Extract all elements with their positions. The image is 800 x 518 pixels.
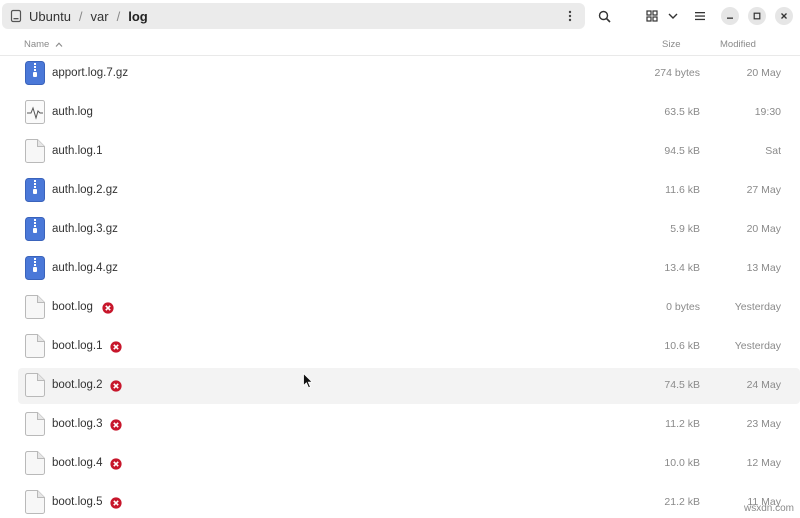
breadcrumb-separator: / (116, 8, 121, 24)
file-size: 274 bytes (654, 67, 700, 79)
breadcrumb-separator: / (78, 8, 83, 24)
grid-view-icon (646, 10, 658, 22)
no-permission-icon (110, 497, 122, 509)
file-name: auth.log.4.gz (52, 262, 118, 274)
log-file-icon (25, 100, 45, 124)
file-name: auth.log.2.gz (52, 184, 118, 196)
close-button[interactable] (775, 7, 793, 25)
column-header-row: Name Size Modified (0, 34, 800, 56)
file-modified: 20 May (746, 67, 781, 79)
file-row[interactable]: boot.log.4 10.0 kB 12 May (18, 446, 800, 482)
no-permission-icon (110, 419, 122, 431)
file-size: 10.0 kB (664, 457, 700, 469)
text-file-icon (25, 490, 45, 514)
breadcrumb-var[interactable]: var (85, 9, 115, 24)
file-size: 11.2 kB (665, 418, 700, 430)
file-size: 13.4 kB (664, 262, 700, 274)
no-permission-icon (110, 341, 122, 353)
view-toggle-button[interactable] (640, 4, 664, 28)
file-modified: 23 May (746, 418, 781, 430)
file-name: boot.log.4 (52, 457, 103, 469)
text-file-icon (25, 295, 45, 319)
close-icon (781, 13, 787, 19)
file-modified: Yesterday (734, 340, 781, 352)
vertical-dots-icon (568, 10, 572, 22)
file-size: 10.6 kB (664, 340, 700, 352)
minimize-button[interactable] (721, 7, 739, 25)
breadcrumb-log[interactable]: log (122, 9, 154, 24)
file-modified: 24 May (746, 379, 781, 391)
minimize-icon (727, 17, 733, 19)
file-row[interactable]: apport.log.7.gz 274 bytes 20 May (18, 56, 800, 92)
maximize-icon (753, 12, 761, 20)
name-column-header[interactable]: Name (24, 39, 63, 50)
file-size: 21.2 kB (664, 496, 700, 508)
text-file-icon (25, 373, 45, 397)
mouse-cursor-icon (303, 373, 313, 389)
file-size: 11.6 kB (665, 184, 700, 196)
drive-icon (10, 9, 22, 23)
archive-file-icon (25, 61, 45, 85)
file-name: apport.log.7.gz (52, 67, 129, 79)
file-size: 0 bytes (666, 301, 700, 313)
size-column-header[interactable]: Size (662, 39, 680, 50)
breadcrumb-ubuntu[interactable]: Ubuntu (23, 9, 77, 24)
text-file-icon (25, 412, 45, 436)
view-options-button[interactable] (664, 4, 682, 28)
file-size: 5.9 kB (670, 223, 700, 235)
file-name: auth.log (52, 106, 93, 118)
name-column-label: Name (24, 39, 50, 50)
file-name: boot.log.2 (52, 379, 103, 391)
no-permission-icon (102, 302, 114, 314)
file-row[interactable]: boot.log.3 11.2 kB 23 May (18, 407, 800, 443)
search-button[interactable] (592, 4, 616, 28)
file-row[interactable]: auth.log.1 94.5 kB Sat (18, 134, 800, 170)
chevron-down-icon (668, 13, 678, 19)
archive-file-icon (25, 217, 45, 241)
file-name: boot.log.1 (52, 340, 103, 352)
text-file-icon (25, 139, 45, 163)
file-name: boot.log.3 (52, 418, 103, 430)
file-row[interactable]: auth.log 63.5 kB 19:30 (18, 95, 800, 131)
file-row[interactable]: auth.log.3.gz 5.9 kB 20 May (18, 212, 800, 248)
file-size: 94.5 kB (664, 145, 700, 157)
watermark: wsxdn.com (743, 503, 794, 514)
archive-file-icon (25, 256, 45, 280)
file-modified: 20 May (746, 223, 781, 235)
file-size: 74.5 kB (664, 379, 700, 391)
header-bar: Ubuntu / var / log (0, 0, 800, 32)
file-modified: 19:30 (754, 106, 781, 118)
file-modified: Sat (765, 145, 781, 157)
file-modified: Yesterday (734, 301, 781, 313)
no-permission-icon (110, 380, 122, 392)
file-row[interactable]: auth.log.4.gz 13.4 kB 13 May (18, 251, 800, 287)
file-name: boot.log.5 (52, 496, 103, 508)
sort-ascending-icon (55, 42, 63, 47)
file-modified: 12 May (746, 457, 781, 469)
file-row[interactable]: boot.log.2 74.5 kB 24 May (18, 368, 800, 404)
archive-file-icon (25, 178, 45, 202)
file-row[interactable]: boot.log.1 10.6 kB Yesterday (18, 329, 800, 365)
file-name: auth.log.1 (52, 145, 103, 157)
maximize-button[interactable] (748, 7, 766, 25)
file-modified: 13 May (746, 262, 781, 274)
text-file-icon (25, 334, 45, 358)
modified-column-header[interactable]: Modified (720, 39, 756, 50)
file-modified: 27 May (746, 184, 781, 196)
path-menu-button[interactable] (561, 7, 579, 25)
file-row[interactable]: boot.log.5 21.2 kB 11 May (18, 485, 800, 518)
text-file-icon (25, 451, 45, 475)
path-bar[interactable]: Ubuntu / var / log (2, 3, 585, 29)
file-row[interactable]: auth.log.2.gz 11.6 kB 27 May (18, 173, 800, 209)
file-name: boot.log (52, 301, 93, 313)
no-permission-icon (110, 458, 122, 470)
file-row[interactable]: boot.log 0 bytes Yesterday (18, 290, 800, 326)
hamburger-icon (695, 12, 705, 21)
main-menu-button[interactable] (688, 4, 712, 28)
file-name: auth.log.3.gz (52, 223, 118, 235)
file-size: 63.5 kB (664, 106, 700, 118)
search-icon (598, 10, 611, 23)
